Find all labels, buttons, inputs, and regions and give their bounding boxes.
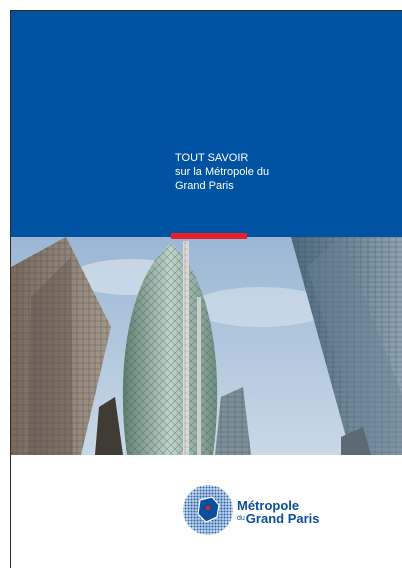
metropole-logo: Métropole duGrand Paris (181, 483, 351, 543)
title-line-3: Grand Paris (175, 180, 234, 192)
blue-header-band (11, 11, 402, 237)
metropole-logo-icon (183, 485, 233, 535)
cover-title: TOUT SAVOIR sur la Métropole du Grand Pa… (175, 151, 269, 193)
skyscrapers-photo (11, 237, 402, 455)
skyscrapers-image (11, 237, 402, 455)
title-line-2: sur la Métropole du (175, 166, 270, 178)
title-line-1: TOUT SAVOIR (175, 152, 249, 164)
logo-du: du (237, 515, 245, 522)
red-accent-bar (171, 233, 247, 239)
logo-grand-paris: Grand Paris (245, 511, 320, 526)
logo-wordmark: Métropole duGrand Paris (237, 499, 320, 525)
brochure-cover: TOUT SAVOIR sur la Métropole du Grand Pa… (10, 10, 402, 568)
logo-line-2: duGrand Paris (237, 512, 320, 525)
